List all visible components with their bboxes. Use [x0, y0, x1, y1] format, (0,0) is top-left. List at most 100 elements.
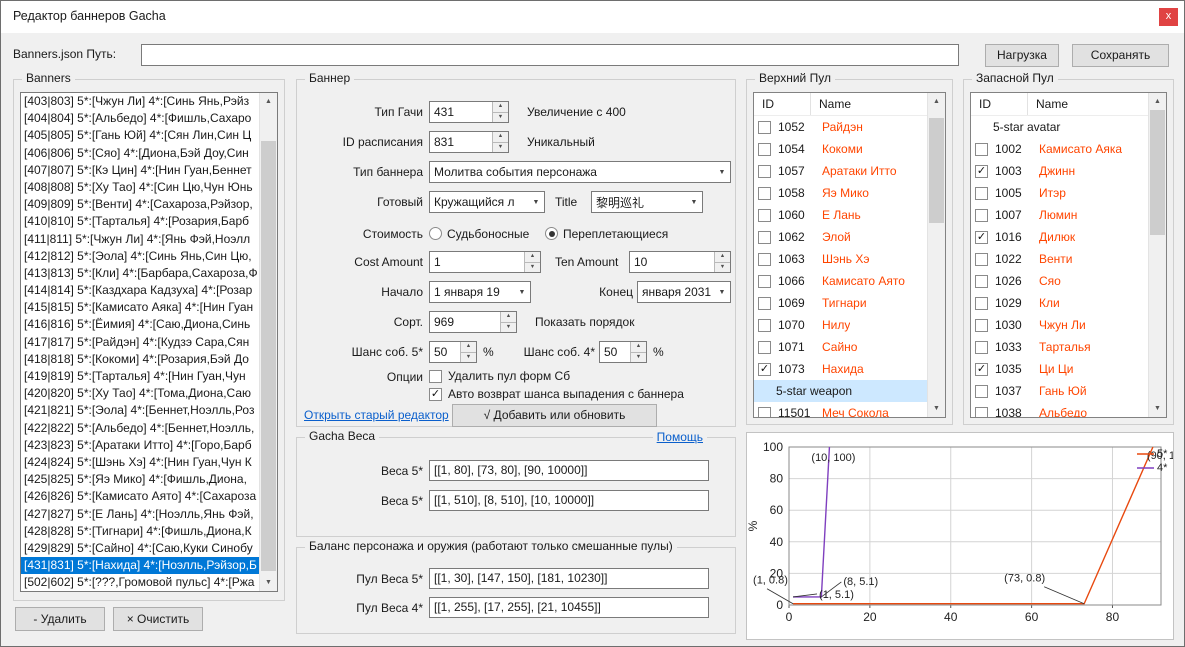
pool-row[interactable]: 1002Камисато Аяка: [971, 138, 1149, 160]
pool-row[interactable]: 1052Райдэн: [754, 116, 928, 138]
banner-list-item[interactable]: [404|804] 5*:[Альбедо] 4*:[Фишль,Сахаро: [21, 110, 260, 127]
banner-list-item[interactable]: [409|809] 5*:[Венти] 4*:[Сахароза,Рэйзор…: [21, 196, 260, 213]
banner-list-item[interactable]: [502|602] 5*:[???,Громовой пульс] 4*:[Рж…: [21, 574, 260, 591]
weights5-input[interactable]: [[1, 80], [73, 80], [90, 10000]]: [429, 460, 709, 481]
upper-pool-scrollbar[interactable]: ▲ ▼: [927, 93, 945, 417]
ten-amount-spinner[interactable]: 10 ▲▼: [629, 251, 731, 273]
row-checkbox[interactable]: [758, 253, 771, 266]
pool-row[interactable]: 1058Яэ Мико: [754, 182, 928, 204]
row-checkbox[interactable]: [975, 297, 988, 310]
row-checkbox[interactable]: ✓: [758, 363, 771, 376]
pool-row[interactable]: 1026Сяо: [971, 270, 1149, 292]
pool-row[interactable]: 1060Е Лань: [754, 204, 928, 226]
weights4-input[interactable]: [[1, 510], [8, 510], [10, 10000]]: [429, 490, 709, 511]
row-checkbox[interactable]: [975, 253, 988, 266]
pool-row[interactable]: 1037Гань Юй: [971, 380, 1149, 402]
pool-row[interactable]: 1057Аратаки Итто: [754, 160, 928, 182]
row-checkbox[interactable]: [758, 187, 771, 200]
pool-row[interactable]: 1005Итэр: [971, 182, 1149, 204]
banner-list-item[interactable]: [411|811] 5*:[Чжун Ли] 4*:[Янь Фэй,Ноэлл: [21, 231, 260, 248]
path-input[interactable]: [141, 44, 959, 66]
banners-scrollbar[interactable]: ▲ ▼: [259, 93, 277, 591]
reserve-pool-scrollbar-thumb[interactable]: [1150, 110, 1165, 235]
spin-up-icon[interactable]: ▲: [461, 342, 476, 353]
spin-down-icon[interactable]: ▼: [501, 323, 516, 333]
pool-row[interactable]: 1030Чжун Ли: [971, 314, 1149, 336]
spin-down-icon[interactable]: ▼: [631, 353, 646, 363]
row-checkbox[interactable]: [758, 209, 771, 222]
row-checkbox[interactable]: ✓: [975, 363, 988, 376]
fate-radio[interactable]: [429, 227, 442, 240]
clear-banners-button[interactable]: × Очистить: [113, 607, 203, 631]
remove-pool-checkbox[interactable]: [429, 370, 442, 383]
banner-list-item[interactable]: [426|826] 5*:[Камисато Аято] 4*:[Сахароз…: [21, 488, 260, 505]
title-select[interactable]: 黎明巡礼 ▼: [591, 191, 703, 213]
chance5-spinner[interactable]: 50 ▲▼: [429, 341, 477, 363]
spin-down-icon[interactable]: ▼: [715, 263, 730, 273]
row-checkbox[interactable]: [758, 341, 771, 354]
row-checkbox[interactable]: [975, 319, 988, 332]
row-checkbox[interactable]: [758, 319, 771, 332]
row-checkbox[interactable]: [758, 231, 771, 244]
row-checkbox[interactable]: [758, 165, 771, 178]
scroll-down-icon[interactable]: ▼: [260, 574, 277, 591]
pool-row[interactable]: ✓1073Нахида: [754, 358, 928, 380]
spin-up-icon[interactable]: ▲: [493, 102, 508, 113]
upper-pool-scrollbar-thumb[interactable]: [929, 118, 944, 223]
banner-list-item[interactable]: [429|829] 5*:[Сайно] 4*:[Саю,Куки Синобу: [21, 540, 260, 557]
pool-row[interactable]: ✓1016Дилюк: [971, 226, 1149, 248]
schedule-id-spinner[interactable]: 831 ▲▼: [429, 131, 509, 153]
row-checkbox[interactable]: [758, 407, 771, 418]
banner-list-item[interactable]: [424|824] 5*:[Шэнь Хэ] 4*:[Нин Гуан,Чун …: [21, 454, 260, 471]
pool-row[interactable]: 1070Нилу: [754, 314, 928, 336]
spin-up-icon[interactable]: ▲: [501, 312, 516, 323]
delete-banner-button[interactable]: - Удалить: [15, 607, 105, 631]
spin-down-icon[interactable]: ▼: [461, 353, 476, 363]
pool-row[interactable]: 1007Люмин: [971, 204, 1149, 226]
spin-down-icon[interactable]: ▼: [493, 113, 508, 123]
banners-listbox[interactable]: [403|803] 5*:[Чжун Ли] 4*:[Синь Янь,Рэйз…: [20, 92, 278, 592]
banners-scrollbar-thumb[interactable]: [261, 141, 276, 571]
pool-row[interactable]: 1069Тигнари: [754, 292, 928, 314]
row-checkbox[interactable]: [758, 297, 771, 310]
pool-row[interactable]: 1054Кокоми: [754, 138, 928, 160]
auto-return-checkbox[interactable]: ✓: [429, 388, 442, 401]
scroll-up-icon[interactable]: ▲: [260, 93, 277, 110]
spin-up-icon[interactable]: ▲: [715, 252, 730, 263]
banner-type-select[interactable]: Молитва события персонажа ▼: [429, 161, 731, 183]
banner-list-item[interactable]: [428|828] 5*:[Тигнари] 4*:[Фишль,Диона,К: [21, 523, 260, 540]
banner-list-item[interactable]: [410|810] 5*:[Тарталья] 4*:[Розария,Барб: [21, 213, 260, 230]
scroll-down-icon[interactable]: ▼: [928, 400, 945, 417]
scroll-up-icon[interactable]: ▲: [1149, 93, 1166, 110]
spin-up-icon[interactable]: ▲: [525, 252, 540, 263]
intertwined-radio[interactable]: [545, 227, 558, 240]
scroll-down-icon[interactable]: ▼: [1149, 400, 1166, 417]
reserve-pool-list[interactable]: ID Name 5-star avatar1002Камисато Аяка✓1…: [970, 92, 1167, 418]
pool-row[interactable]: 1033Тарталья: [971, 336, 1149, 358]
banner-list-item[interactable]: [420|820] 5*:[Ху Тао] 4*:[Тома,Диона,Саю: [21, 385, 260, 402]
pool-row[interactable]: 1071Сайно: [754, 336, 928, 358]
pool-row[interactable]: 1066Камисато Аято: [754, 270, 928, 292]
banner-list-item[interactable]: [419|819] 5*:[Тарталья] 4*:[Нин Гуан,Чун: [21, 368, 260, 385]
spin-up-icon[interactable]: ▲: [493, 132, 508, 143]
pool-row[interactable]: 1029Кли: [971, 292, 1149, 314]
close-button[interactable]: x: [1159, 8, 1178, 26]
banner-list-item[interactable]: [417|817] 5*:[Райдэн] 4*:[Кудзэ Сара,Сян: [21, 334, 260, 351]
banner-list-item[interactable]: [423|823] 5*:[Аратаки Итто] 4*:[Горо,Бар…: [21, 437, 260, 454]
banner-list-item[interactable]: [408|808] 5*:[Ху Тао] 4*:[Син Цю,Чун Юнь: [21, 179, 260, 196]
pool-row[interactable]: ✓1003Джинн: [971, 160, 1149, 182]
banner-list-item[interactable]: [405|805] 5*:[Гань Юй] 4*:[Сян Лин,Син Ц: [21, 127, 260, 144]
pool-weights4-input[interactable]: [[1, 255], [17, 255], [21, 10455]]: [429, 597, 709, 618]
row-checkbox[interactable]: [975, 407, 988, 418]
prefab-select[interactable]: Кружащийся л ▼: [429, 191, 545, 213]
save-button[interactable]: Сохранять: [1072, 44, 1169, 67]
banner-list-item[interactable]: [406|806] 5*:[Сяо] 4*:[Диона,Бэй Доу,Син: [21, 145, 260, 162]
help-link[interactable]: Помощь: [653, 430, 707, 444]
banner-list-item[interactable]: [422|822] 5*:[Альбедо] 4*:[Беннет,Ноэлль…: [21, 420, 260, 437]
banner-list-item[interactable]: [416|816] 5*:[Ёимия] 4*:[Саю,Диона,Синь: [21, 316, 260, 333]
load-button[interactable]: Нагрузка: [985, 44, 1059, 67]
end-date-picker[interactable]: января 2031 ▼: [637, 281, 731, 303]
row-checkbox[interactable]: [975, 341, 988, 354]
pool-row[interactable]: 1062Элой: [754, 226, 928, 248]
banner-list-item[interactable]: [427|827] 5*:[Е Лань] 4*:[Ноэлль,Янь Фэй…: [21, 506, 260, 523]
